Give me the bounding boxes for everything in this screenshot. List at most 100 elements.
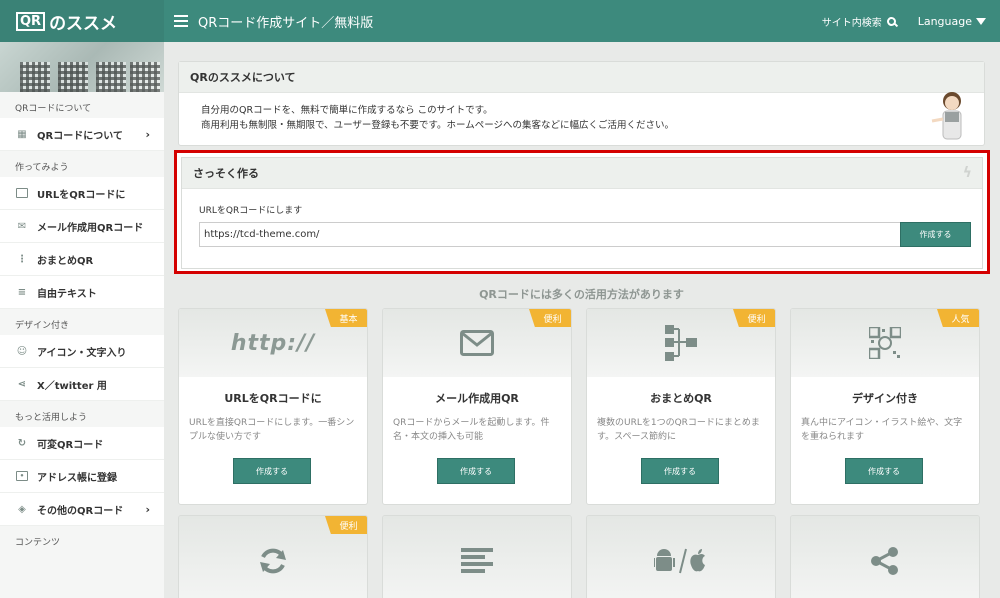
sidebar-item-address-book[interactable]: • アドレス帳に登録 [0,460,164,493]
feature-card-text [382,515,572,598]
caret-down-icon [976,17,986,25]
about-line-2: 商用利用も無制限・無期限で、ユーザー登録も不要です。ホームページへの集客などに幅… [201,120,675,131]
share-icon: ⋖ [17,378,27,390]
sitemap-icon [665,325,697,361]
sidebar-qr-banner [0,42,164,92]
sidebar-item-label: 可変QRコード [37,439,104,451]
feature-desc: QRコードからメールを起動します。件名・本文の挿入も可能 [393,418,550,442]
badge-convenient: 便利 [733,309,775,327]
sidebar-item-label: QRコードについて [37,130,123,142]
refresh-icon: ↻ [17,437,27,449]
site-search-label: サイト内検索 [821,17,882,29]
sidebar-item-mail-qr[interactable]: ✉ メール作成用QRコード [0,210,164,243]
logo-text: のススメ [49,13,118,34]
feature-title: おまとめQR [650,392,712,405]
feature-card-design: 人気 デザイン付き 真ん中にアイコン・イラスト絵や、文字を重ねられます 作成する [790,308,980,505]
feature-card-url: http:// 基本 URLをQRコードに URLを直接QRコードにします。一番… [178,308,368,505]
sidebar-item-label: メール作成用QRコード [37,222,144,234]
share-icon [871,547,898,575]
sidebar-item-icon-text[interactable]: ☺ アイコン・文字入り [0,335,164,368]
about-card: QRのススメについて 自分用のQRコードを、無料で簡単に作成するなら このサイト… [178,61,985,146]
feature-create-button[interactable]: 作成する [845,458,923,484]
feature-desc: 真ん中にアイコン・イラスト絵や、文字を重ねられます [801,418,963,442]
sidebar-item-label: アイコン・文字入り [37,347,127,359]
feature-title: デザイン付き [852,392,918,405]
android-apple-icon [654,548,705,574]
badge-convenient: 便利 [529,309,571,327]
logo-qr-box: QR [16,11,46,31]
sitemap-icon: ⋮ [17,253,27,265]
refresh-icon [260,548,286,574]
cube-icon: ◈ [18,503,26,515]
site-title: QRコード作成サイト／無料版 [198,15,374,31]
site-search-link[interactable]: サイト内検索 [822,14,896,29]
text-lines-icon [461,548,493,573]
feature-title: URLをQRコードに [224,392,322,405]
about-card-title: QRのススメについて [179,62,984,93]
badge-convenient: 便利 [325,516,367,534]
sidebar-item-label: X／twitter 用 [37,380,107,392]
chevron-right-icon: › [145,127,150,141]
url-input[interactable] [199,222,900,247]
search-icon [886,16,896,26]
main-content: QRのススメについて 自分用のQRコードを、無料で簡単に作成するなら このサイト… [174,61,990,598]
sidebar-item-omatome-qr[interactable]: ⋮ おまとめQR [0,243,164,276]
http-icon: http:// [230,330,316,356]
qr-grid-icon: ▦ [17,128,27,140]
features-grid: http:// 基本 URLをQRコードに URLを直接QRコードにします。一番… [178,308,985,598]
language-dropdown[interactable]: Language [918,15,986,28]
contact-card-icon: • [16,471,28,481]
about-line-1: 自分用のQRコードを、無料で簡単に作成するなら このサイトです。 [201,105,493,116]
features-heading: QRコードには多くの活用方法があります [479,288,684,301]
feature-title: メール作成用QR [435,392,519,405]
sidebar-section-about: QRコードについて [15,104,92,114]
badge-popular: 人気 [937,309,979,327]
sidebar-item-label: アドレス帳に登録 [37,472,117,484]
sidebar-item-label: URLをQRコードに [37,189,126,201]
feature-card-mail: 便利 メール作成用QR QRコードからメールを起動します。件名・本文の挿入も可能… [382,308,572,505]
feature-create-button[interactable]: 作成する [437,458,515,484]
sidebar-item-label: その他のQRコード [37,505,124,517]
sidebar-item-other-qr[interactable]: ◈ その他のQRコード › [0,493,164,526]
sidebar-item-dynamic-qr[interactable]: ↻ 可変QRコード [0,427,164,460]
feature-card-omatome: 便利 おまとめQR 複数のURLを1つのQRコードにまとめます。スペース節約に … [586,308,776,505]
site-logo[interactable]: QR のススメ [0,0,164,42]
feature-card-share [790,515,980,598]
feature-create-button[interactable]: 作成する [641,458,719,484]
url-field-label: URLをQRコードにします [199,206,303,216]
envelope-icon: ✉ [17,220,27,232]
text-lines-icon: ≡ [17,286,27,298]
sidebar-item-label: 自由テキスト [37,288,97,300]
browser-icon [16,188,28,198]
sidebar-section-contents: コンテンツ [15,538,61,548]
smile-icon: ☺ [16,345,28,357]
chevron-right-icon: › [145,502,150,516]
badge-basic: 基本 [325,309,367,327]
feature-desc: URLを直接QRコードにします。一番シンプルな使い方です [189,418,355,442]
sidebar-section-design: デザイン付き [15,321,70,331]
quick-create-card: さっそく作る ϟ URLをQRコードにします 作成する [181,157,983,269]
feature-card-dynamic: 便利 [178,515,368,598]
language-label: Language [917,14,972,28]
top-header: QR のススメ QRコード作成サイト／無料版 サイト内検索 Language [0,0,1000,42]
qr-smile-icon [869,327,901,359]
quick-create-highlight: さっそく作る ϟ URLをQRコードにします 作成する [174,150,990,274]
hamburger-menu-icon[interactable] [174,15,188,27]
guide-person-illustration [931,92,962,140]
feature-card-app [586,515,776,598]
sidebar-item-twitter[interactable]: ⋖ X／twitter 用 [0,368,164,401]
sidebar-item-url-qr[interactable]: URLをQRコードに [0,177,164,210]
sidebar-item-about-qr[interactable]: ▦ QRコードについて › [0,118,164,151]
quick-create-title-text: さっそく作る [193,167,259,180]
feature-create-button[interactable]: 作成する [233,458,311,484]
lightning-icon: ϟ [962,165,972,181]
create-button[interactable]: 作成する [900,222,971,247]
sidebar-section-create: 作ってみよう [15,163,69,173]
quick-create-title: さっそく作る ϟ [182,158,982,189]
sidebar-item-free-text[interactable]: ≡ 自由テキスト [0,276,164,309]
sidebar: QRコードについて ▦ QRコードについて › 作ってみよう URLをQRコード… [0,42,164,598]
feature-desc: 複数のURLを1つのQRコードにまとめます。スペース節約に [597,418,760,442]
envelope-icon [460,330,494,356]
sidebar-item-label: おまとめQR [37,255,94,267]
sidebar-section-more: もっと活用しよう [15,413,88,423]
